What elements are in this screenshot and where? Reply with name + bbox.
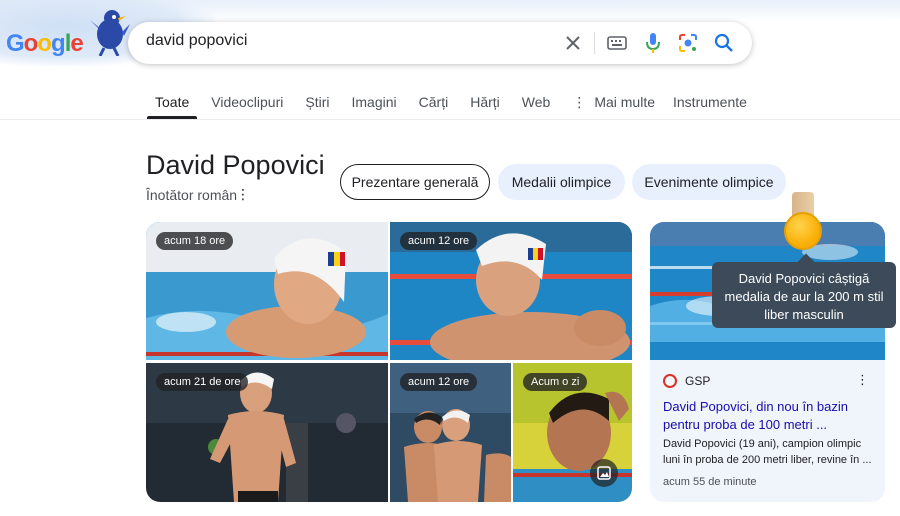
entity-subtitle: Înotător român — [146, 187, 238, 203]
chip-olympic-events[interactable]: Evenimente olimpice — [632, 164, 786, 200]
image-time-badge: acum 21 de ore — [156, 373, 249, 391]
mic-icon[interactable] — [641, 31, 665, 55]
news-title[interactable]: David Popovici, din nou în bazin pentru … — [663, 398, 875, 434]
clear-icon[interactable] — [561, 31, 585, 55]
more-vert-icon: ⋮ — [572, 94, 587, 110]
entity-title: David Popovici — [146, 150, 325, 180]
tab-more[interactable]: ⋮ Mai multe — [572, 84, 655, 118]
tab-maps[interactable]: Hărți — [470, 84, 500, 118]
tab-news[interactable]: Știri — [305, 84, 329, 118]
tab-videos[interactable]: Videoclipuri — [211, 84, 283, 118]
doodle-mascot-icon[interactable] — [88, 6, 130, 56]
image-time-badge: acum 18 ore — [156, 232, 234, 250]
card-more-icon[interactable]: ⋮ — [856, 372, 869, 388]
gold-medal-icon[interactable] — [784, 212, 822, 250]
image-result-2[interactable]: acum 12 ore — [390, 222, 632, 360]
search-icon[interactable] — [712, 31, 736, 55]
image-result-5[interactable]: Acum o zi — [513, 363, 632, 502]
chip-overview[interactable]: Prezentare generală — [340, 164, 490, 200]
image-time-badge: Acum o zi — [523, 373, 588, 391]
news-snippet: David Popovici (19 ani), campion olimpic… — [663, 438, 872, 466]
search-divider — [594, 32, 595, 54]
news-source[interactable]: GSP — [663, 374, 710, 388]
image-result-4[interactable]: acum 12 ore — [390, 363, 511, 502]
medal-tooltip: David Popovici câștigă medalia de aur la… — [712, 262, 896, 328]
search-tabs: Toate Videoclipuri Știri Imagini Cărți H… — [146, 84, 677, 120]
tools-button[interactable]: Instrumente — [673, 94, 747, 110]
tab-books[interactable]: Cărți — [419, 84, 449, 118]
image-result-1[interactable]: acum 18 ore — [146, 222, 388, 360]
image-time-badge: acum 12 ore — [400, 232, 478, 250]
tabs-divider — [0, 119, 900, 120]
search-box[interactable] — [128, 22, 752, 64]
news-time: acum 55 de minute — [663, 476, 757, 488]
chip-olympic-medals[interactable]: Medalii olimpice — [498, 164, 625, 200]
search-input[interactable] — [146, 32, 526, 50]
image-time-badge: acum 12 ore — [400, 373, 478, 391]
news-source-name: GSP — [685, 374, 711, 388]
gsp-logo-icon — [663, 374, 677, 388]
tab-images[interactable]: Imagini — [352, 84, 397, 118]
tab-web[interactable]: Web — [522, 84, 551, 118]
keyboard-icon[interactable] — [605, 31, 629, 55]
image-search-icon[interactable] — [590, 459, 618, 487]
image-result-3[interactable]: acum 21 de ore — [146, 363, 388, 502]
page: Google Toate Videoclipuri Știri — [0, 0, 900, 516]
tab-all[interactable]: Toate — [146, 84, 198, 119]
lens-icon[interactable] — [676, 31, 700, 55]
entity-more-icon[interactable]: ⋮ — [236, 186, 250, 203]
tab-more-label: Mai multe — [594, 94, 655, 110]
google-doodle-logo[interactable]: Google — [6, 30, 84, 58]
